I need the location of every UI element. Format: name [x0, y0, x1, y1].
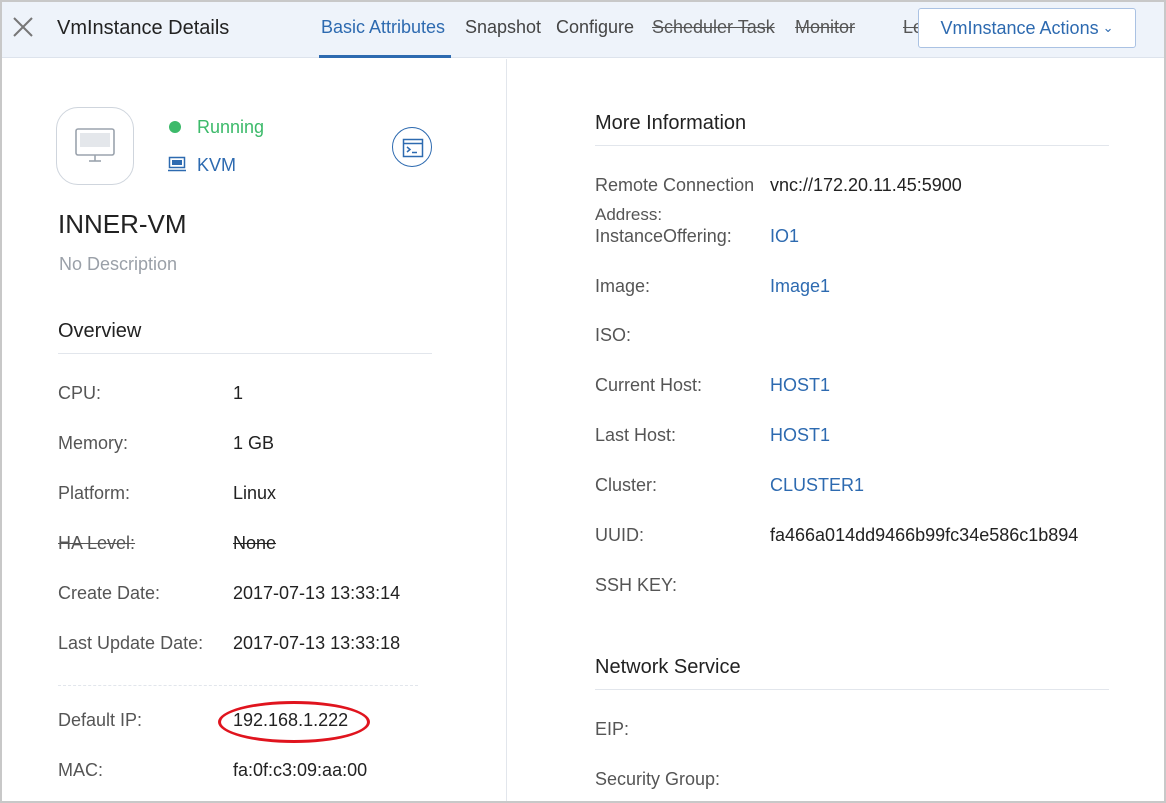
- create-date-label: Create Date:: [58, 583, 161, 603]
- overview-title: Overview: [58, 320, 142, 342]
- cpu-label: CPU:: [58, 383, 102, 403]
- tab-scheduler-task[interactable]: Scheduler Task: [652, 17, 775, 38]
- platform-value: Linux: [233, 483, 277, 503]
- tab-monitor[interactable]: Monitor: [795, 17, 855, 38]
- overview-network-divider: [58, 685, 418, 686]
- vminstance-actions-button[interactable]: VmInstance Actions ⌄: [918, 8, 1136, 48]
- status-badge: Running: [197, 117, 265, 137]
- ha-level-value: None: [233, 533, 277, 553]
- last-update-date-label: Last Update Date:: [58, 633, 204, 653]
- chevron-down-icon: ⌄: [1102, 20, 1114, 35]
- platform-label: Platform:: [58, 483, 131, 503]
- mac-label: MAC:: [58, 760, 103, 780]
- terminal-icon: [402, 138, 424, 158]
- remote-connection-value: vnc://172.20.11.45:5900: [770, 175, 962, 195]
- cpu-value: 1: [233, 383, 244, 403]
- last-host-link[interactable]: HOST1: [770, 425, 830, 446]
- instance-offering-label: InstanceOffering:: [595, 226, 732, 246]
- ha-level-label: HA Level:: [58, 533, 136, 553]
- tab-basic-attributes[interactable]: Basic Attributes: [321, 17, 445, 38]
- mac-value: fa:0f:c3:09:aa:00: [233, 760, 368, 780]
- instance-offering-link[interactable]: IO1: [770, 226, 799, 247]
- memory-value: 1 GB: [233, 433, 275, 453]
- image-label: Image:: [595, 276, 651, 296]
- uuid-value: fa466a014dd9466b99fc34e586c1b894: [770, 525, 1079, 545]
- ssh-key-label: SSH KEY:: [595, 575, 678, 595]
- iso-label: ISO:: [595, 325, 632, 345]
- uuid-label: UUID:: [595, 525, 644, 545]
- active-tab-indicator: [319, 55, 451, 58]
- network-service-divider: [595, 689, 1109, 690]
- vm-avatar: [56, 107, 134, 185]
- overview-divider: [58, 353, 432, 354]
- hypervisor-type: KVM: [197, 155, 237, 175]
- status-dot: [169, 121, 181, 133]
- details-panel: VmInstance Details Basic Attributes Snap…: [0, 0, 1166, 803]
- console-button[interactable]: [392, 127, 432, 167]
- remote-connection-label-cont: Address:: [595, 205, 663, 224]
- current-host-link[interactable]: HOST1: [770, 375, 830, 396]
- security-group-label: Security Group:: [595, 769, 721, 789]
- create-date-value: 2017-07-13 13:33:14: [233, 583, 401, 603]
- monitor-icon: [75, 128, 115, 162]
- header-bar: VmInstance Details Basic Attributes Snap…: [2, 2, 1164, 58]
- tab-configure[interactable]: Configure: [556, 17, 634, 38]
- memory-label: Memory:: [58, 433, 129, 453]
- vm-name: INNER-VM: [58, 209, 187, 239]
- close-button[interactable]: [10, 14, 36, 40]
- last-host-label: Last Host:: [595, 425, 677, 445]
- page-title: VmInstance Details: [57, 17, 230, 39]
- more-information-title: More Information: [595, 112, 747, 134]
- close-icon: [13, 17, 33, 37]
- actions-button-label: VmInstance Actions: [940, 18, 1099, 38]
- eip-label: EIP:: [595, 719, 630, 739]
- tab-snapshot[interactable]: Snapshot: [465, 17, 541, 38]
- hypervisor-icon: [168, 156, 186, 172]
- vm-description: No Description: [59, 254, 178, 274]
- ip-highlight-annotation: [218, 701, 370, 743]
- current-host-label: Current Host:: [595, 375, 703, 395]
- network-service-title: Network Service: [595, 656, 741, 678]
- cluster-link[interactable]: CLUSTER1: [770, 475, 864, 496]
- remote-connection-label: Remote Connection: [595, 175, 755, 195]
- image-link[interactable]: Image1: [770, 276, 830, 297]
- more-information-divider: [595, 145, 1109, 146]
- column-divider: [506, 59, 507, 801]
- cluster-label: Cluster:: [595, 475, 658, 495]
- default-ip-label: Default IP:: [58, 710, 143, 730]
- last-update-date-value: 2017-07-13 13:33:18: [233, 633, 401, 653]
